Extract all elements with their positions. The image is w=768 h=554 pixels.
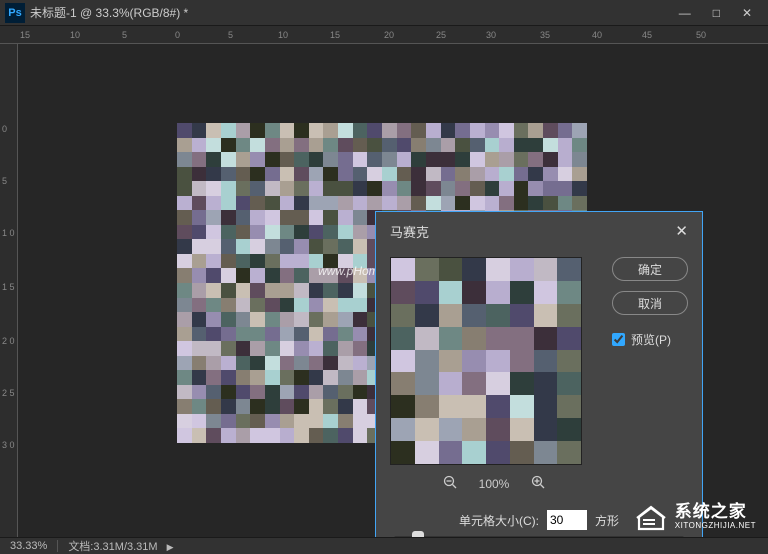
brand-name-en: XITONGZHIJIA.NET (675, 522, 756, 531)
ruler-tick: 10 (70, 30, 80, 40)
ruler-tick: 50 (696, 30, 706, 40)
brand-watermark: 系统之家 XITONGZHIJIA.NET (635, 503, 756, 531)
ruler-tick: 0 (2, 124, 7, 134)
ok-button[interactable]: 确定 (612, 257, 688, 281)
ruler-tick: 10 (278, 30, 288, 40)
cancel-button[interactable]: 取消 (612, 291, 688, 315)
ruler-tick: 20 (384, 30, 394, 40)
ruler-tick: 5 (2, 176, 7, 186)
preview-checkbox-label: 预览(P) (631, 331, 671, 348)
ruler-tick: 1 0 (2, 228, 15, 238)
close-window-button[interactable]: ✕ (736, 4, 758, 22)
ruler-vertical: 0 5 1 0 1 5 2 0 2 5 3 0 (0, 44, 18, 537)
ruler-tick: 2 0 (2, 336, 15, 346)
ruler-tick: 2 5 (2, 388, 15, 398)
ruler-tick: 40 (592, 30, 602, 40)
brand-logo-icon (635, 503, 667, 531)
cell-size-input[interactable] (547, 510, 587, 530)
mosaic-dialog: 马赛克 ✕ 100% 确定 取消 (375, 211, 703, 537)
status-bar: 33.33% 文档:3.31M/3.31M ▶ (0, 537, 768, 553)
preview-checkbox[interactable] (612, 333, 625, 346)
zoom-out-icon[interactable] (443, 475, 457, 492)
ruler-tick: 1 5 (2, 282, 15, 292)
ruler-tick: 45 (642, 30, 652, 40)
status-docinfo: 文档:3.31M/3.31M ▶ (58, 538, 183, 554)
canvas-area[interactable]: www.pHome.NET 马赛克 ✕ 100% 确定 (18, 44, 768, 537)
zoom-in-icon[interactable] (531, 475, 545, 492)
docinfo-value: 3.31M/3.31M (93, 541, 157, 553)
ruler-tick: 35 (540, 30, 550, 40)
ruler-tick: 0 (175, 30, 180, 40)
preview-thumbnail[interactable] (390, 257, 582, 465)
ruler-horizontal: 15 10 5 0 5 10 15 20 25 30 35 40 45 50 (0, 26, 768, 44)
maximize-button[interactable]: □ (707, 4, 726, 22)
status-zoom[interactable]: 33.33% (0, 540, 58, 552)
dialog-close-button[interactable]: ✕ (675, 222, 688, 241)
docinfo-label: 文档: (68, 541, 93, 553)
cell-size-unit: 方形 (595, 512, 619, 529)
ruler-tick: 5 (228, 30, 233, 40)
ruler-tick: 3 0 (2, 440, 15, 450)
ruler-tick: 25 (436, 30, 446, 40)
brand-name-cn: 系统之家 (675, 503, 756, 522)
title-bar: Ps 未标题-1 @ 33.3%(RGB/8#) * — □ ✕ (0, 0, 768, 26)
ruler-tick: 15 (330, 30, 340, 40)
window-title: 未标题-1 @ 33.3%(RGB/8#) * (30, 4, 673, 21)
minimize-button[interactable]: — (673, 4, 697, 22)
ruler-tick: 30 (486, 30, 496, 40)
preview-checkbox-row[interactable]: 预览(P) (612, 331, 688, 348)
ruler-tick: 5 (122, 30, 127, 40)
cell-size-label: 单元格大小(C): (459, 512, 539, 529)
dialog-title: 马赛克 (390, 222, 429, 241)
app-icon: Ps (5, 3, 25, 23)
ruler-tick: 15 (20, 30, 30, 40)
zoom-percentage: 100% (479, 477, 510, 491)
